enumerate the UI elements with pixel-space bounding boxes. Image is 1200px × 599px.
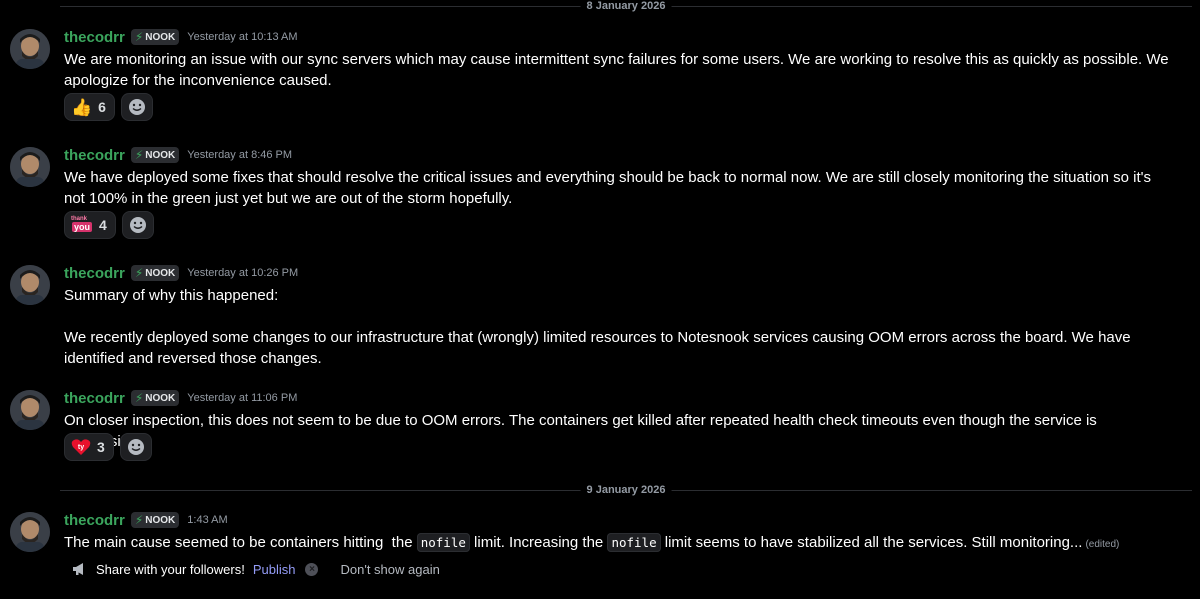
message-text: The main cause seemed to be containers h…: [64, 534, 417, 551]
share-prompt: Share with your followers! Publish × Don…: [72, 560, 440, 578]
add-reaction-button[interactable]: [119, 433, 152, 461]
reactions: thank you 4: [64, 211, 154, 239]
reaction-count: 6: [98, 99, 106, 115]
message-content: We are monitoring an issue with our sync…: [64, 49, 1172, 91]
message-text: We have deployed some fixes that should …: [64, 169, 1152, 207]
reactions: 👍 6: [64, 93, 153, 121]
server-tag[interactable]: ⚡ NOOK: [130, 147, 180, 163]
megaphone-icon: [73, 563, 83, 575]
avatar-image: [10, 29, 50, 69]
lightning-bolt-icon: ⚡: [134, 391, 144, 405]
username[interactable]: thecodrr: [64, 265, 125, 282]
message-text: We recently deployed some changes to our…: [64, 329, 1131, 367]
reaction-count: 4: [99, 217, 107, 233]
add-reaction-button[interactable]: [121, 211, 154, 239]
message-text: limit seems to have stabilized all the s…: [660, 534, 1083, 551]
message-content: We have deployed some fixes that should …: [64, 167, 1172, 209]
dont-show-again-button[interactable]: Don't show again: [340, 562, 439, 577]
avatar-image: [10, 147, 50, 187]
date-divider: 9 January 2026: [60, 483, 1192, 497]
lightning-bolt-icon: ⚡: [134, 30, 144, 44]
avatar[interactable]: [10, 29, 50, 69]
username[interactable]: thecodrr: [64, 512, 125, 529]
username[interactable]: thecodrr: [64, 147, 125, 164]
reaction-ty[interactable]: ty 3: [64, 433, 114, 461]
smiley-add-reaction-icon: [127, 439, 144, 455]
sticker-text-bottom: you: [72, 222, 93, 232]
message-content: On closer inspection, this does not seem…: [64, 410, 1172, 452]
thank-you-sticker-icon: thank you: [71, 216, 93, 234]
lightning-bolt-icon: ⚡: [134, 148, 144, 162]
message-text: limit. Increasing the: [469, 534, 608, 551]
username[interactable]: thecodrr: [64, 29, 125, 46]
avatar-image: [10, 512, 50, 552]
ty-emoji-icon: ty: [71, 439, 91, 455]
reaction-count: 3: [97, 439, 105, 455]
reaction-thumbs-up[interactable]: 👍 6: [64, 93, 115, 121]
message-content: The main cause seemed to be containers h…: [64, 532, 1172, 555]
lightning-bolt-icon: ⚡: [134, 266, 144, 280]
server-tag[interactable]: ⚡ NOOK: [130, 29, 180, 45]
avatar[interactable]: [10, 390, 50, 430]
date-divider: 8 January 2026: [60, 0, 1192, 13]
inline-code: nofile: [416, 533, 470, 552]
date-divider-label: 9 January 2026: [580, 483, 672, 497]
server-tag[interactable]: ⚡ NOOK: [130, 512, 180, 528]
server-tag-label: NOOK: [145, 149, 176, 161]
server-tag-label: NOOK: [145, 31, 176, 43]
share-text: Share with your followers!: [96, 561, 245, 577]
ty-emoji-label: ty: [78, 444, 84, 451]
timestamp[interactable]: 1:43 AM: [187, 514, 227, 526]
server-tag-label: NOOK: [145, 267, 176, 279]
server-tag-label: NOOK: [145, 392, 176, 404]
timestamp[interactable]: Yesterday at 11:06 PM: [187, 392, 297, 404]
avatar[interactable]: [10, 147, 50, 187]
avatar-image: [10, 390, 50, 430]
avatar[interactable]: [10, 512, 50, 552]
message-text: On closer inspection, this does not seem…: [64, 412, 1097, 450]
server-tag[interactable]: ⚡ NOOK: [130, 265, 180, 281]
edited-indicator: (edited): [1085, 539, 1120, 550]
server-tag-label: NOOK: [145, 514, 176, 526]
avatar[interactable]: [10, 265, 50, 305]
timestamp[interactable]: Yesterday at 10:26 PM: [187, 267, 298, 279]
username[interactable]: thecodrr: [64, 390, 125, 407]
reaction-thank-you[interactable]: thank you 4: [64, 211, 116, 239]
server-tag[interactable]: ⚡ NOOK: [130, 390, 180, 406]
avatar-image: [10, 265, 50, 305]
close-circle-icon[interactable]: ×: [305, 562, 319, 576]
publish-link[interactable]: Publish: [253, 562, 296, 577]
message-content: Summary of why this happened: We recentl…: [64, 285, 1172, 369]
smiley-add-reaction-icon: [129, 217, 146, 233]
timestamp[interactable]: Yesterday at 10:13 AM: [187, 31, 297, 43]
message-text: Summary of why this happened:: [64, 287, 279, 304]
inline-code: nofile: [607, 533, 661, 552]
reactions: ty 3: [64, 433, 152, 461]
lightning-bolt-icon: ⚡: [134, 513, 144, 527]
message-text: We are monitoring an issue with our sync…: [64, 51, 1169, 89]
thumbs-up-icon: 👍: [71, 97, 93, 117]
timestamp[interactable]: Yesterday at 8:46 PM: [187, 149, 292, 161]
smiley-add-reaction-icon: [128, 99, 145, 115]
add-reaction-button[interactable]: [120, 93, 153, 121]
date-divider-label: 8 January 2026: [580, 0, 672, 13]
